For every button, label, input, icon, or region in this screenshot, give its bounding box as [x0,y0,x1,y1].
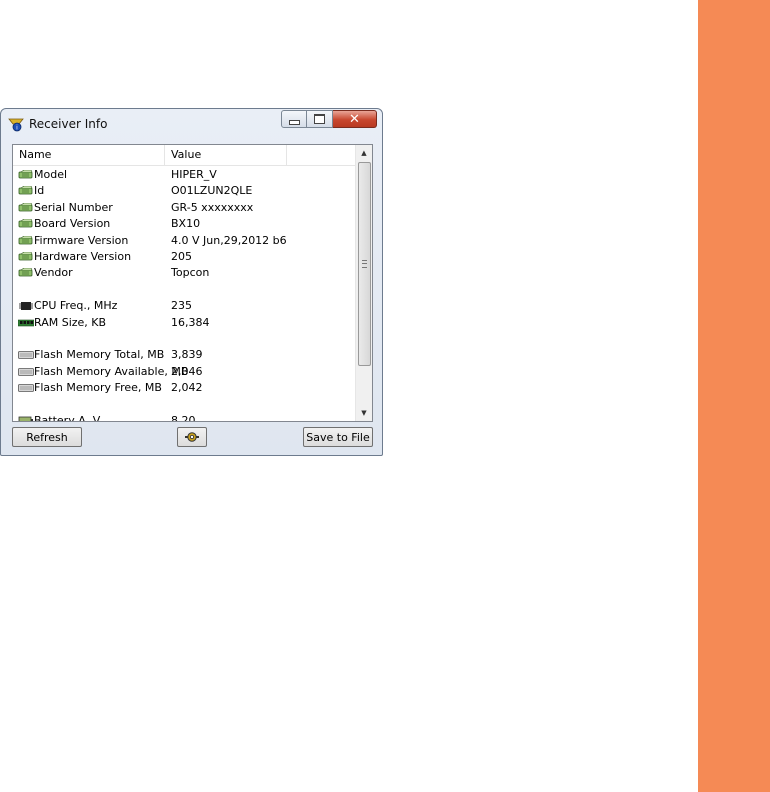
minimize-icon [288,119,300,125]
close-icon: ✕ [349,111,360,127]
close-button[interactable]: ✕ [333,110,377,128]
list-item [13,396,357,412]
gear-icon [185,432,199,442]
row-name: Id [34,184,45,198]
list-item[interactable]: Board Version BX10 [13,216,357,232]
receiver-icon [18,202,34,213]
row-value: GR-5 xxxxxxxx [171,200,254,214]
list-item[interactable]: Id O01LZUN2QLE [13,183,357,199]
list-item[interactable]: Vendor Topcon [13,265,357,281]
flash-memory-icon [18,383,34,393]
list-item[interactable]: Battery A, V 8.20 [13,413,357,422]
flash-memory-icon [18,350,34,360]
row-name: CPU Freq., MHz [34,299,118,313]
receiver-info-window: i Receiver Info ✕ Name Value Model HIPER_… [0,108,383,456]
row-value: 3,839 [171,348,203,362]
list-item[interactable]: RAM Size, KB 16,384 [13,315,357,331]
vertical-scrollbar[interactable]: ▲ ▼ [355,145,372,421]
orange-side-bar [698,0,770,792]
row-value: 16,384 [171,315,210,329]
list-item [13,331,357,347]
row-name: Model [34,168,68,181]
list-item[interactable]: Firmware Version 4.0 V Jun,29,2012 b6 [13,233,357,249]
receiver-info-list[interactable]: Name Value Model HIPER_V Id O01LZUN2QLE Seri… [12,144,373,422]
receiver-icon [18,169,34,180]
row-value: 2,046 [171,364,203,378]
scroll-down-arrow-icon[interactable]: ▼ [356,405,372,421]
row-value: 4.0 V Jun,29,2012 b6 [171,233,287,247]
row-name: Serial Number [34,200,113,214]
maximize-icon [314,114,325,124]
row-value: HIPER_V [171,168,217,181]
row-name: Vendor [34,266,73,280]
row-name: Board Version [34,217,111,231]
row-name: Hardware Version [34,249,132,263]
receiver-icon [18,251,34,262]
receiver-app-icon: i [8,118,24,132]
window-title: Receiver Info [29,117,108,131]
cpu-icon [18,301,34,311]
row-name: Flash Memory Free, MB [34,381,162,395]
grip-icon [362,260,367,268]
row-name: Battery A, V [34,413,101,422]
column-header-name[interactable]: Name [13,145,165,165]
row-name: Flash Memory Available, MB [34,364,189,378]
flash-memory-icon [18,367,34,377]
list-item[interactable]: CPU Freq., MHz 235 [13,298,357,314]
refresh-button[interactable]: Refresh [12,427,82,447]
scroll-thumb[interactable] [358,162,371,366]
row-value: 2,042 [171,381,203,395]
list-header: Name Value [13,145,357,166]
title-bar[interactable]: i Receiver Info ✕ [1,109,382,137]
scroll-up-arrow-icon[interactable]: ▲ [356,145,372,161]
row-value: 8.20 [171,413,196,422]
maximize-button[interactable] [307,110,333,128]
minimize-button[interactable] [281,110,307,128]
list-item[interactable]: Flash Memory Total, MB 3,839 [13,347,357,363]
column-header-value[interactable]: Value [165,145,287,165]
list-item[interactable]: Serial Number GR-5 xxxxxxxx [13,200,357,216]
row-value: 235 [171,299,192,313]
receiver-icon [18,235,34,246]
row-name: Firmware Version [34,233,129,247]
row-name: RAM Size, KB [34,315,107,329]
row-value: Topcon [171,266,210,280]
list-rows: Model HIPER_V Id O01LZUN2QLE Serial Number GR… [13,167,357,422]
receiver-icon [18,218,34,229]
settings-button[interactable] [177,427,207,447]
list-item[interactable]: Hardware Version 205 [13,249,357,265]
row-name: Flash Memory Total, MB [34,348,165,362]
row-value: O01LZUN2QLE [171,184,253,198]
row-value: BX10 [171,217,201,231]
list-item[interactable]: Flash Memory Available, MB 2,046 [13,364,357,380]
list-item[interactable]: Model HIPER_V [13,167,357,183]
receiver-icon [18,268,34,278]
save-to-file-button[interactable]: Save to File [303,427,373,447]
ram-icon [17,318,35,328]
battery-icon [18,416,34,421]
row-value: 205 [171,249,192,263]
receiver-icon [18,186,34,196]
list-item[interactable]: Flash Memory Free, MB 2,042 [13,380,357,396]
list-item [13,282,357,298]
